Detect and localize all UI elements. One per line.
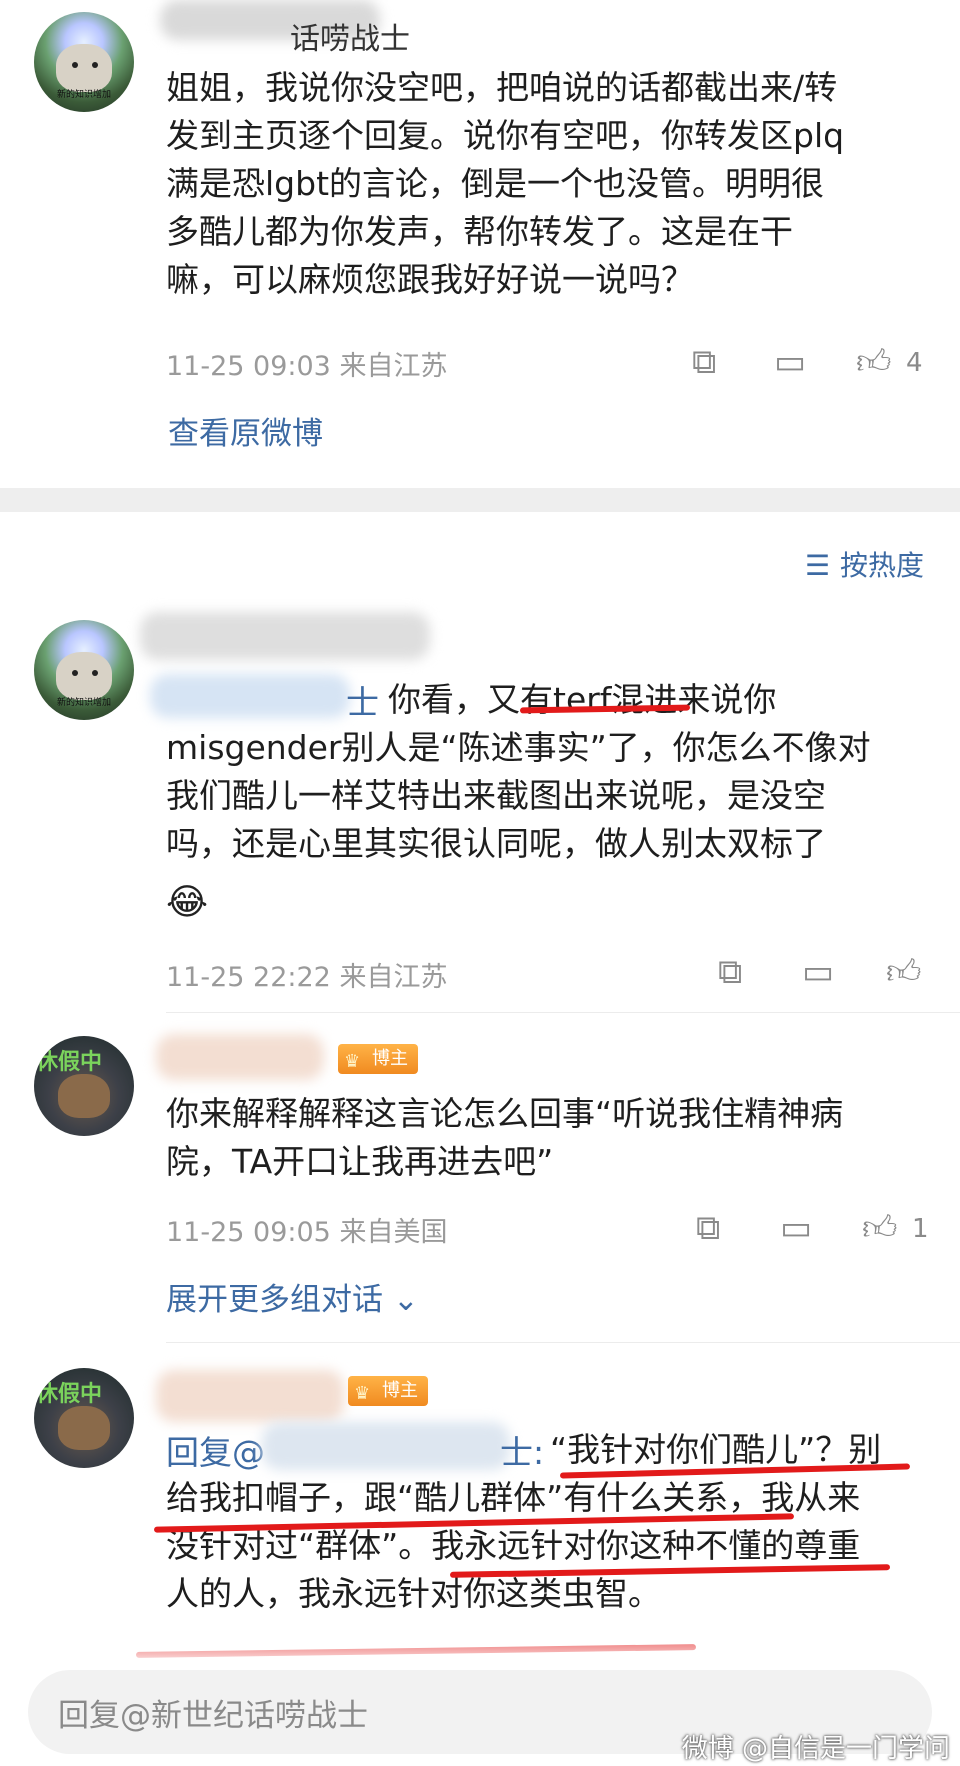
username-fragment: 话唠战士 — [290, 22, 410, 57]
comment-icon[interactable]: ▭ — [774, 342, 806, 382]
timestamp: 11-25 09:03 来自江苏 — [166, 351, 448, 382]
timestamp: 11-25 09:05 来自美国 — [166, 1217, 448, 1248]
avatar-caption: 新的知识增加 — [56, 90, 111, 100]
blogger-badge: ♛ 博主 — [338, 1044, 418, 1074]
chevron-down-icon: ⌄ — [392, 1282, 419, 1318]
comment-text: 你来解释解释这言论怎么回事“听说我住精神病 院，TA开口让我再进去吧” — [166, 1094, 844, 1181]
comment-icon[interactable]: ▭ — [780, 1208, 812, 1248]
share-icon[interactable]: ⧉ — [692, 342, 716, 382]
blurred-username — [140, 612, 430, 660]
reply-placeholder: 回复@新世纪话唠战士 — [58, 1698, 368, 1734]
watermark: 微博 @自信是一门学问 — [681, 1734, 950, 1764]
avatar[interactable]: 新的知识增加 — [34, 12, 134, 112]
blogger-badge: ♛ 博主 — [348, 1376, 428, 1406]
avatar[interactable]: 休假中 — [34, 1036, 134, 1136]
sort-label: 按热度 — [839, 549, 924, 582]
blurred-username — [156, 1370, 344, 1422]
like-icon[interactable]: 👍︎ — [856, 342, 892, 382]
scroll-fade — [0, 1620, 960, 1668]
like-icon[interactable]: 👍︎ — [862, 1208, 898, 1248]
comment-text: 你看，又有terf混进来说你 misgender别人是“陈述事实”了，你怎么不像… — [166, 680, 871, 863]
sort-button[interactable]: ☰ 按热度 — [805, 544, 924, 584]
crown-icon: ♛ — [344, 1051, 361, 1072]
like-count: 1 — [912, 1214, 929, 1244]
separator — [166, 1012, 960, 1013]
like-icon[interactable]: 👍︎ — [886, 952, 922, 992]
expand-conversation-link[interactable]: 展开更多组对话 ⌄ — [166, 1274, 419, 1319]
separator — [166, 1342, 960, 1343]
avatar[interactable]: 新的知识增加 — [34, 620, 134, 720]
share-icon[interactable]: ⧉ — [718, 952, 742, 992]
avatar-tag: 休假中 — [36, 1382, 103, 1407]
avatar-tag: 休假中 — [36, 1050, 103, 1075]
avatar-caption: 新的知识增加 — [56, 698, 111, 708]
weibo-comments-page: 新的知识增加 话唠战士 姐姐，我说你没空吧，把咱说的话都截出来/转 发到主页逐个… — [0, 0, 960, 1766]
share-icon[interactable]: ⧉ — [696, 1208, 720, 1248]
laugh-cry-emoji: 😂 — [166, 882, 209, 923]
crown-icon: ♛ — [354, 1383, 371, 1404]
comment-text: 姐姐，我说你没空吧，把咱说的话都截出来/转 发到主页逐个回复。说你有空吧，你转发… — [166, 68, 845, 299]
comment-icon[interactable]: ▭ — [802, 952, 834, 992]
sort-icon: ☰ — [804, 549, 830, 582]
like-count: 4 — [906, 348, 923, 378]
section-divider — [0, 488, 960, 512]
timestamp: 11-25 22:22 来自江苏 — [166, 962, 448, 993]
avatar[interactable]: 休假中 — [34, 1368, 134, 1468]
blurred-username — [156, 1034, 324, 1080]
view-original-link[interactable]: 查看原微博 — [168, 408, 323, 453]
